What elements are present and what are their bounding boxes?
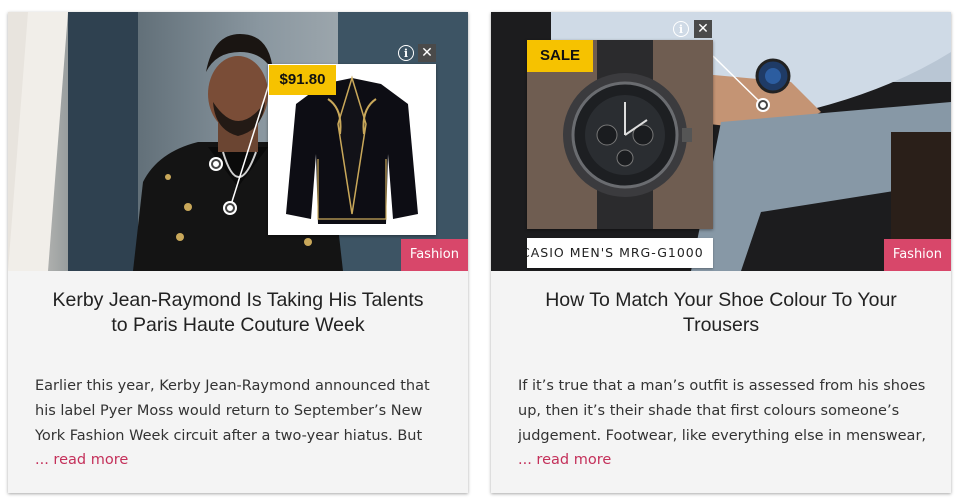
article-title-line[interactable]: Trousers	[515, 313, 927, 338]
article-title-line[interactable]: Kerby Jean-Raymond Is Taking His Talents	[32, 288, 444, 313]
article-photo[interactable]: $91.80 i ✕ Fashion	[8, 12, 468, 271]
hotspot-dot-icon[interactable]	[758, 100, 768, 110]
close-icon[interactable]: ✕	[418, 44, 436, 62]
article-card-kerby[interactable]: $91.80 i ✕ Fashion Kerby Jean-Raymond Is…	[8, 12, 468, 493]
article-title[interactable]: Kerby Jean-Raymond Is Taking His Talents…	[32, 288, 444, 338]
product-caption-text: CASIO MEN'S MRG-G1000	[527, 245, 704, 260]
info-icon[interactable]: i	[673, 21, 689, 37]
product-caption[interactable]: CASIO MEN'S MRG-G1000	[527, 238, 713, 268]
article-excerpt: If it’s true that a man’s outfit is asse…	[518, 378, 927, 444]
article-title[interactable]: How To Match Your Shoe Colour To Your Tr…	[515, 288, 927, 338]
price-tag: $91.80	[269, 65, 336, 95]
hotspot-dot-icon[interactable]	[211, 159, 221, 169]
article-excerpt: Earlier this year, Kerby Jean-Raymond an…	[35, 378, 430, 444]
close-icon[interactable]: ✕	[694, 20, 712, 38]
read-more-link[interactable]: ... read more	[518, 452, 611, 468]
sale-tag: SALE	[527, 40, 593, 72]
article-card-shoe-colour[interactable]: SALE i ✕ CASIO MEN'S MRG-G1000 Fashion H…	[491, 12, 951, 493]
info-icon[interactable]: i	[398, 45, 414, 61]
read-more-link[interactable]: ... read more	[35, 452, 128, 468]
article-title-line[interactable]: How To Match Your Shoe Colour To Your	[515, 288, 927, 313]
category-badge[interactable]: Fashion	[883, 239, 951, 271]
hotspot-dot-icon[interactable]	[225, 203, 235, 213]
article-photo[interactable]: SALE i ✕ CASIO MEN'S MRG-G1000 Fashion	[491, 12, 951, 271]
category-badge[interactable]: Fashion	[400, 239, 468, 271]
article-title-line[interactable]: to Paris Haute Couture Week	[32, 313, 444, 338]
